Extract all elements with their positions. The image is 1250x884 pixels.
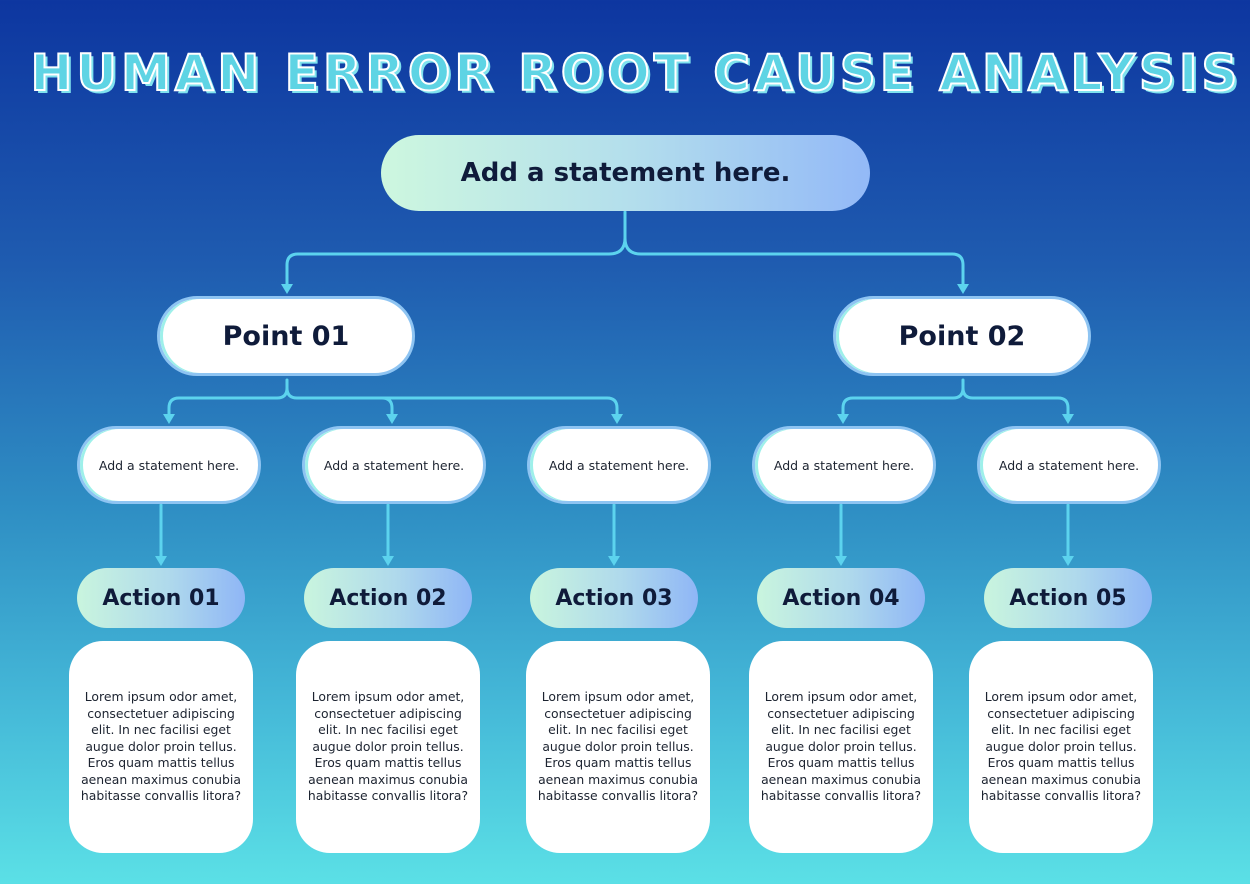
point-label: Point 02 [898,320,1026,352]
connector-point-01-stmt-03 [380,396,619,418]
statement-node-05[interactable]: Add a statement here. [977,426,1161,504]
statement-node-01[interactable]: Add a statement here. [77,426,261,504]
action-description-card-01[interactable]: Lorem ipsum odor amet, consectetuer adip… [69,641,253,853]
statement-label: Add a statement here. [548,457,690,473]
statement-label: Add a statement here. [773,457,915,473]
arrow-head [163,414,175,424]
statement-node-02[interactable]: Add a statement here. [302,426,486,504]
action-node-04[interactable]: Action 04 [757,568,925,628]
action-node-05[interactable]: Action 05 [984,568,1152,628]
connector-point-02-stmt-04 [841,378,965,418]
arrow-head [957,284,969,294]
action-node-02[interactable]: Action 02 [304,568,472,628]
action-label: Action 04 [782,585,900,611]
action-description-card-02[interactable]: Lorem ipsum odor amet, consectetuer adip… [296,641,480,853]
connector-point-02-stmt-05 [961,386,1070,418]
action-description-card-04[interactable]: Lorem ipsum odor amet, consectetuer adip… [749,641,933,853]
statement-label: Add a statement here. [323,457,465,473]
action-label: Action 05 [1009,585,1127,611]
arrow-head [386,414,398,424]
arrow-head [835,556,847,566]
statement-node-04[interactable]: Add a statement here. [752,426,936,504]
point-node-01[interactable]: Point 01 [157,296,415,376]
action-description: Lorem ipsum odor amet, consectetuer adip… [980,689,1142,804]
action-label: Action 01 [102,585,220,611]
arrow-head [1062,556,1074,566]
arrow-head [1062,414,1074,424]
arrow-head [611,414,623,424]
connector-root-point-02 [623,236,965,288]
action-description: Lorem ipsum odor amet, consectetuer adip… [307,689,469,804]
action-description: Lorem ipsum odor amet, consectetuer adip… [760,689,922,804]
statement-label: Add a statement here. [98,457,240,473]
action-node-03[interactable]: Action 03 [530,568,698,628]
connector-point-01-stmt-01 [167,378,289,418]
action-description-card-03[interactable]: Lorem ipsum odor amet, consectetuer adip… [526,641,710,853]
statement-node-03[interactable]: Add a statement here. [527,426,711,504]
connector-point-01-stmt-02 [285,386,394,418]
action-description: Lorem ipsum odor amet, consectetuer adip… [537,689,699,804]
arrow-head [155,556,167,566]
arrow-head [837,414,849,424]
action-description: Lorem ipsum odor amet, consectetuer adip… [80,689,242,804]
arrow-head [382,556,394,566]
point-node-02[interactable]: Point 02 [833,296,1091,376]
action-label: Action 03 [555,585,673,611]
connector-root-point-01 [285,210,627,288]
arrow-head [608,556,620,566]
root-statement-node[interactable]: Add a statement here. [381,135,870,211]
action-label: Action 02 [329,585,447,611]
root-statement-label: Add a statement here. [460,158,791,188]
point-label: Point 01 [222,320,350,352]
statement-label: Add a statement here. [998,457,1140,473]
action-description-card-05[interactable]: Lorem ipsum odor amet, consectetuer adip… [969,641,1153,853]
arrow-head [281,284,293,294]
action-node-01[interactable]: Action 01 [77,568,245,628]
